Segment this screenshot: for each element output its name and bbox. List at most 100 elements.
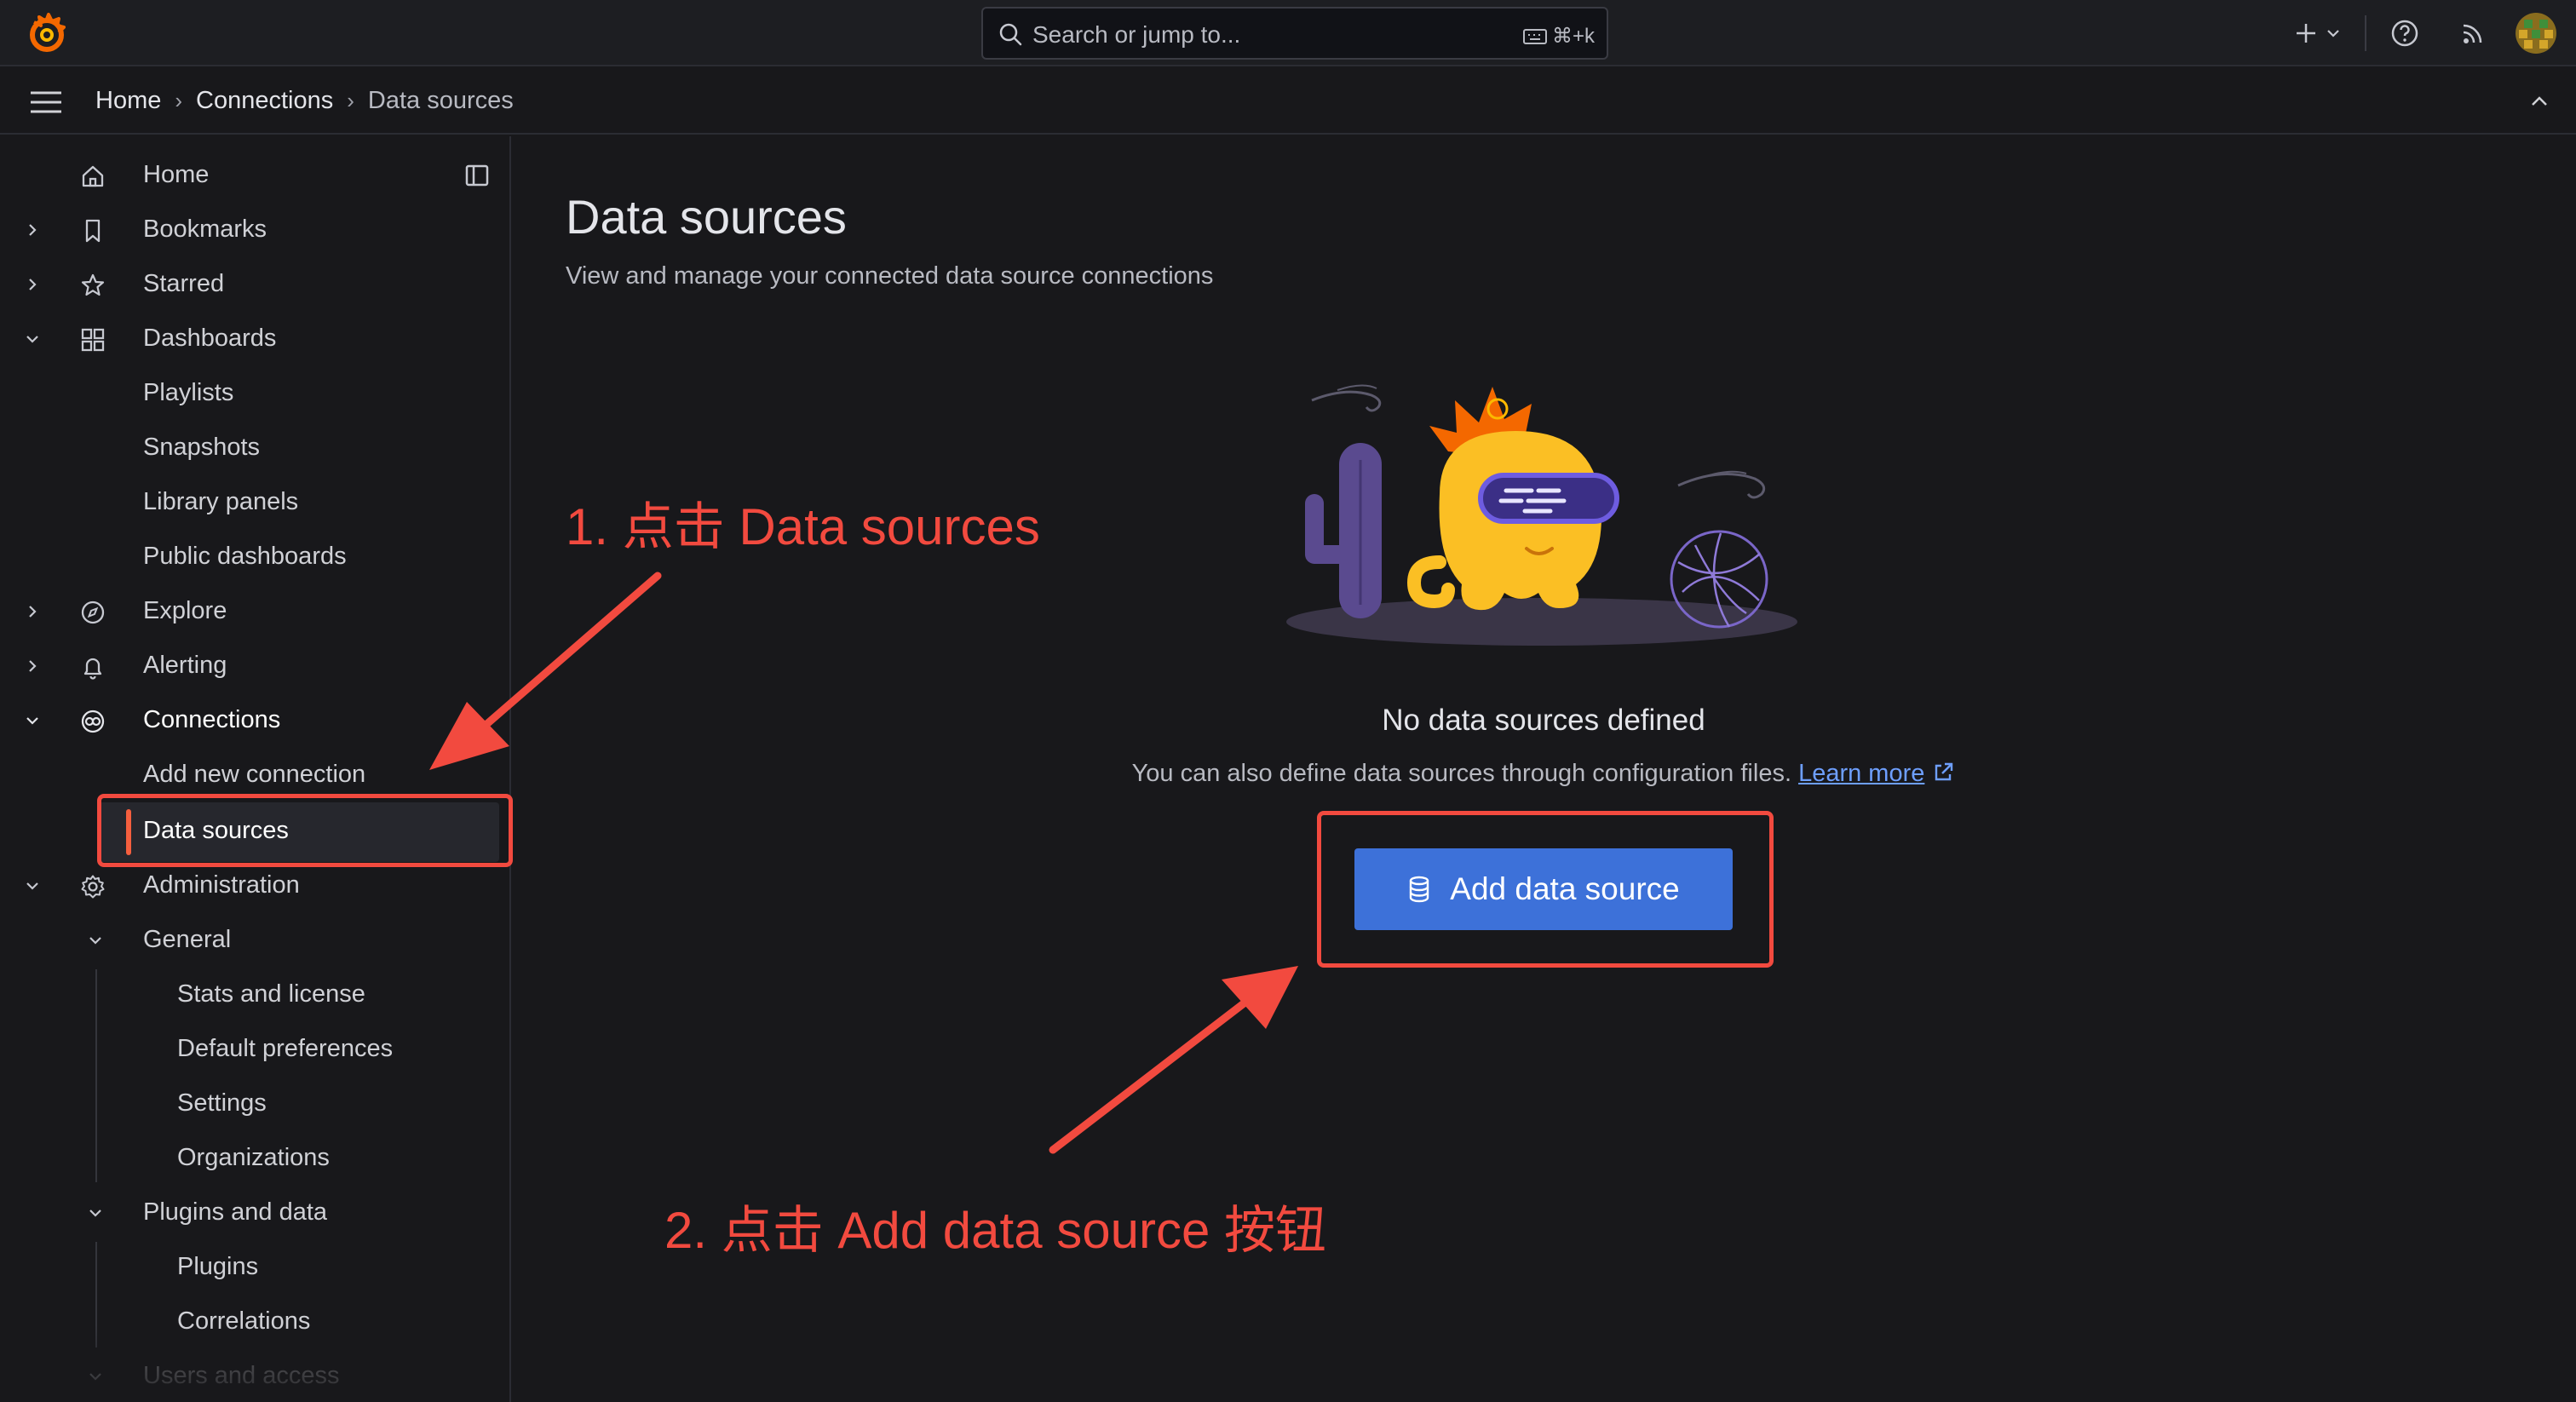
breadcrumb-connections[interactable]: Connections xyxy=(196,87,333,115)
breadcrumb-home[interactable]: Home xyxy=(95,87,161,115)
top-bar: Search or jump to... ⌘+k xyxy=(0,0,2576,66)
bookmark-icon xyxy=(80,218,106,244)
chevron-down-icon[interactable] xyxy=(87,932,104,949)
news-button[interactable] xyxy=(2453,14,2493,53)
grafana-logo-icon[interactable] xyxy=(26,12,68,55)
search-shortcut-text: ⌘+k xyxy=(1551,25,1595,48)
sidebar-item-explore[interactable]: Explore xyxy=(0,586,509,637)
apps-icon xyxy=(80,327,106,353)
page-title: Data sources xyxy=(566,190,847,244)
sidebar-item-label: Correlations xyxy=(177,1307,311,1335)
add-data-source-button[interactable]: Add data source xyxy=(1354,848,1733,930)
collapse-topbar-button[interactable] xyxy=(2528,90,2550,112)
breadcrumb: Home › Connections › Data sources xyxy=(95,87,514,115)
annotation-arrow-2 xyxy=(1049,966,1298,1154)
sidebar-item-label: Bookmarks xyxy=(143,215,267,243)
sidebar-item-label: Plugins and data xyxy=(143,1198,328,1226)
user-avatar[interactable] xyxy=(2515,12,2557,55)
menu-icon xyxy=(31,91,61,113)
sidebar-item-connections[interactable]: Connections xyxy=(0,695,509,746)
sidebar-item-label: Organizations xyxy=(177,1144,330,1171)
help-button[interactable] xyxy=(2385,14,2424,53)
rss-icon xyxy=(2463,24,2482,43)
sidebar-item-label: General xyxy=(143,926,232,953)
sidebar-item-label: Alerting xyxy=(143,652,227,679)
sidebar-item-plugins-and-data[interactable]: Plugins and data xyxy=(0,1187,509,1238)
keyboard-icon xyxy=(1522,28,1547,44)
sidebar-item-label: Users and access xyxy=(143,1362,340,1389)
compass-icon xyxy=(80,600,106,625)
breadcrumb-data-sources: Data sources xyxy=(367,87,514,114)
sidebar-item-playlists[interactable]: Playlists xyxy=(0,368,509,419)
search-placeholder: Search or jump to... xyxy=(1032,21,1241,48)
plus-icon xyxy=(2297,24,2315,43)
sidebar-item-settings[interactable]: Settings xyxy=(0,1078,509,1129)
sidebar-item-bookmarks[interactable]: Bookmarks xyxy=(0,204,509,256)
sidebar-item-library-panels[interactable]: Library panels xyxy=(0,477,509,528)
annotation-step-1: 1. 点击 Data sources xyxy=(566,498,1040,555)
sidebar-item-label: Data sources xyxy=(143,817,289,844)
add-data-source-label: Add data source xyxy=(1450,871,1680,906)
chevron-down-icon[interactable] xyxy=(24,330,41,348)
annotation-step-2: 2. 点击 Add data source 按钮 xyxy=(664,1202,1327,1259)
sidebar-item-add-new-connection[interactable]: Add new connection xyxy=(0,750,509,801)
sidebar-item-label: Plugins xyxy=(177,1253,259,1280)
external-link-icon[interactable] xyxy=(1931,761,1955,784)
sidebar-item-label: Dashboards xyxy=(143,325,277,352)
sidebar-item-label: Default preferences xyxy=(177,1035,394,1062)
chevron-right-icon[interactable] xyxy=(24,603,41,620)
star-icon xyxy=(80,273,106,298)
empty-state-text: You can also define data sources through… xyxy=(937,760,2150,788)
sidebar-item-snapshots[interactable]: Snapshots xyxy=(0,422,509,474)
sidebar-item-label: Library panels xyxy=(143,488,299,515)
sidebar-item-correlations[interactable]: Correlations xyxy=(0,1296,509,1347)
sidebar-item-label: Explore xyxy=(143,597,227,624)
sidebar-item-organizations[interactable]: Organizations xyxy=(0,1133,509,1184)
chevron-down-icon[interactable] xyxy=(24,712,41,729)
sidebar-item-administration[interactable]: Administration xyxy=(0,860,509,911)
sidebar-item-default-preferences[interactable]: Default preferences xyxy=(0,1024,509,1075)
sidebar-item-data-sources[interactable]: Data sources xyxy=(0,806,509,857)
sidebar-item-dashboards[interactable]: Dashboards xyxy=(0,313,509,365)
new-dropdown-button[interactable] xyxy=(2286,14,2348,53)
sidebar-item-users-and-access[interactable]: Users and access xyxy=(0,1351,509,1402)
empty-state-illustration xyxy=(1278,366,1806,656)
chevron-right-icon[interactable] xyxy=(24,276,41,293)
breadcrumb-bar: Home › Connections › Data sources xyxy=(0,68,2576,135)
sidebar-item-label: Administration xyxy=(143,871,300,899)
connections-icon xyxy=(80,709,106,734)
sidebar-item-general[interactable]: General xyxy=(0,915,509,966)
chevron-down-icon[interactable] xyxy=(24,877,41,894)
search-bar[interactable]: Search or jump to... ⌘+k xyxy=(981,7,1608,60)
toolbar-divider xyxy=(2365,15,2366,51)
empty-state-title: No data sources defined xyxy=(1382,704,1705,737)
chevron-right-icon[interactable] xyxy=(24,221,41,238)
chevron-right-icon[interactable] xyxy=(24,658,41,675)
page-subtitle: View and manage your connected data sour… xyxy=(566,262,1214,290)
chevron-down-icon[interactable] xyxy=(87,1204,104,1221)
sidebar-item-home[interactable]: Home xyxy=(0,150,509,201)
sidebar-item-plugins[interactable]: Plugins xyxy=(0,1242,509,1293)
learn-more-link[interactable]: Learn more xyxy=(1798,760,1924,787)
sidebar-item-public-dashboards[interactable]: Public dashboards xyxy=(0,531,509,583)
database-icon xyxy=(1407,876,1431,903)
sidebar: Home Bookmarks Starred Dashboards Playli… xyxy=(0,136,511,1402)
search-shortcut: ⌘+k xyxy=(1522,24,1595,49)
sidebar-item-label: Settings xyxy=(177,1089,267,1117)
sidebar-item-label: Snapshots xyxy=(143,434,261,461)
sidebar-item-label: Add new connection xyxy=(143,761,366,788)
bell-icon xyxy=(80,654,106,680)
sidebar-item-label: Playlists xyxy=(143,379,234,406)
search-icon xyxy=(998,22,1022,46)
home-icon xyxy=(80,164,106,189)
sidebar-item-alerting[interactable]: Alerting xyxy=(0,641,509,692)
empty-state-description: You can also define data sources through… xyxy=(1131,760,1791,787)
sidebar-item-stats-and-license[interactable]: Stats and license xyxy=(0,969,509,1020)
sidebar-item-label: Home xyxy=(143,161,210,188)
sidebar-item-label: Public dashboards xyxy=(143,543,347,570)
sidebar-item-label: Stats and license xyxy=(177,980,365,1008)
help-icon xyxy=(2391,20,2418,47)
menu-button[interactable] xyxy=(29,89,63,116)
sidebar-item-starred[interactable]: Starred xyxy=(0,259,509,310)
chevron-down-icon[interactable] xyxy=(87,1368,104,1385)
